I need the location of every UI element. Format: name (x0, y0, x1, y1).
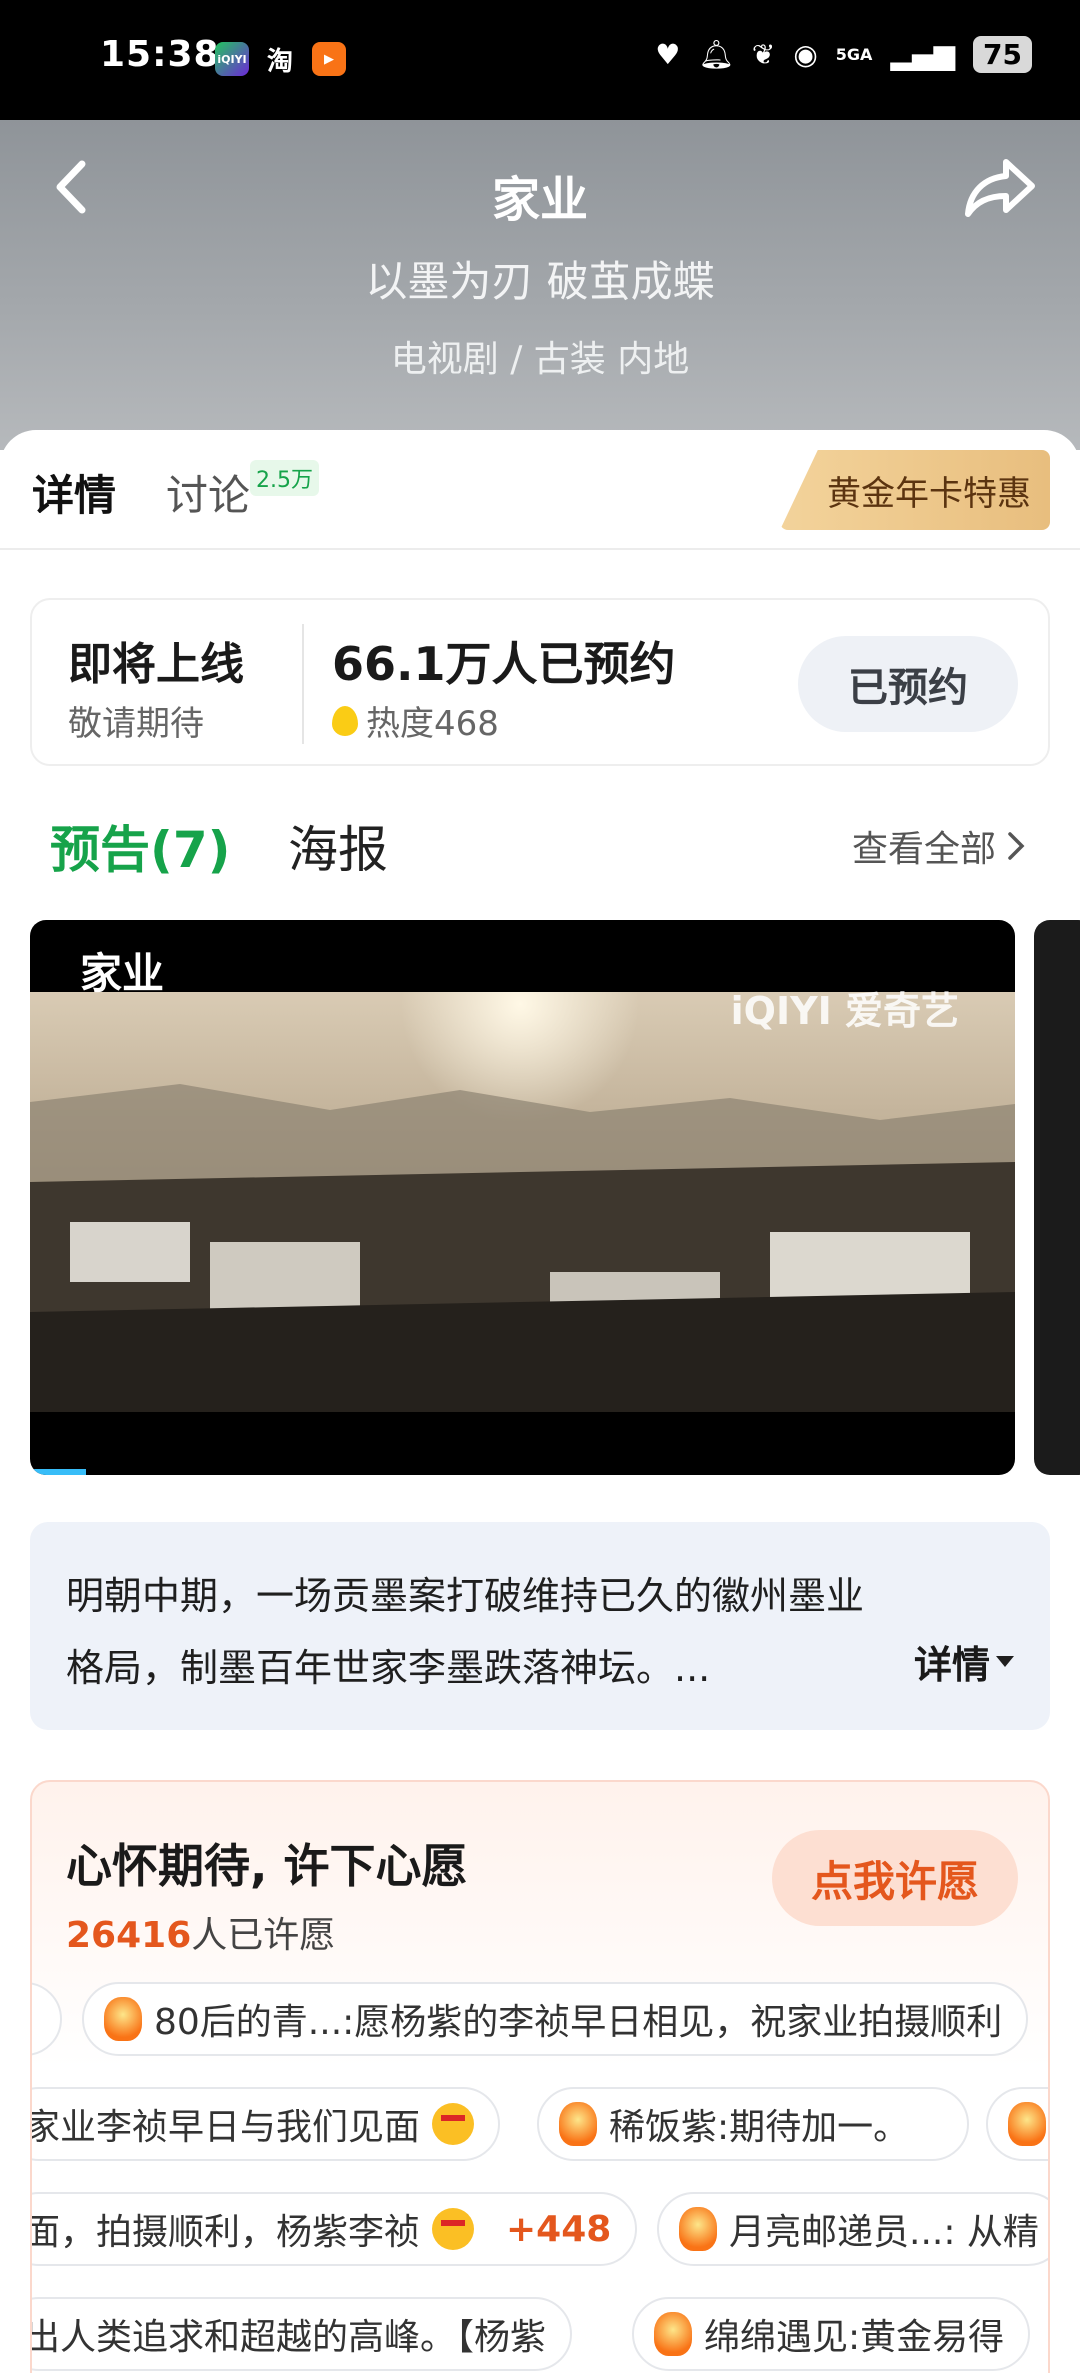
wish-bubble[interactable]: 80后的青...:愿杨紫的李祯早日相见，祝家业拍摄顺利 (82, 1982, 1029, 2056)
wish-card: 心怀期待, 许下心愿 26416人已许愿 点我许愿 80后的青...:愿杨紫的李… (30, 1780, 1050, 2373)
share-icon (965, 159, 1035, 217)
wifi-icon: ◉ (793, 38, 818, 71)
wish-title: 心怀期待, 许下心愿 (66, 1839, 468, 1893)
wish-bubble[interactable]: 绵绵遇见:黄金易得 (632, 2297, 1031, 2371)
share-button[interactable] (960, 152, 1040, 222)
wish-bubble[interactable]: 月亮邮递员...: 从精 (657, 2192, 1048, 2266)
status-time: 15:38 (100, 34, 220, 75)
wish-count-suffix: 人已许愿 (191, 1915, 336, 1956)
next-trailer-card[interactable] (1034, 920, 1080, 1475)
reservation-count: 66.1万人已预约 (332, 637, 676, 691)
tab-details[interactable]: 详情 (32, 462, 116, 523)
status-icons: ♥ 🔔︎ ❦ ◉ 5GA ▂▄▆ 75 (655, 36, 1032, 73)
wish-text: 80后的青...:愿杨紫的李祯早日相见，祝家业拍摄顺利 (154, 2002, 1003, 2043)
heart-eyes-emoji-icon (432, 2103, 475, 2145)
heat-icon (332, 705, 358, 736)
iqiyi-watermark: iQIYI 爱奇艺 (730, 989, 959, 1033)
wish-bubble[interactable] (32, 1982, 62, 2056)
caret-down-icon (996, 1656, 1014, 1667)
synopsis-text: 明朝中期，一场贡墨案打破维持已久的徽州墨业格局，制墨百年世家李墨跌落神坛。... (66, 1574, 865, 1690)
heart-icon: ♥ (655, 38, 681, 71)
release-card: 即将上线 敬请期待 66.1万人已预约 热度468 已预约 (30, 598, 1050, 766)
wish-count: 26416人已许愿 (66, 1906, 335, 1958)
show-slogan: 以墨为刃 破茧成蝶 (365, 257, 715, 306)
tab-trailers[interactable]: 预告(7) (50, 810, 231, 882)
wish-bubble[interactable]: 稀饭紫:期待加一。 (537, 2087, 969, 2161)
wish-bubble[interactable]: 面，拍摄顺利，杨紫李祯 +448 (30, 2192, 638, 2266)
video-progress-bar (30, 1469, 86, 1475)
video-title-overlay: 家业 (80, 949, 165, 998)
release-status: 即将上线 (68, 639, 244, 690)
tab-discuss[interactable]: 讨论 (166, 462, 250, 523)
heat-info: 热度468 (332, 696, 499, 745)
heat-value: 热度468 (366, 704, 499, 744)
wish-text: 出人类追求和超越的高峰。【杨紫 (30, 2317, 547, 2358)
network-label: 5GA (835, 44, 873, 64)
lantern-icon (559, 2102, 597, 2146)
detail-tabs: 详情 讨论 2.5万 黄金年卡特惠 (0, 430, 1080, 550)
media-tabs: 预告(7) 海报 查看全部 (0, 810, 1080, 910)
bell-icon: 🔔︎ (698, 38, 734, 71)
show-genre: 电视剧 / 古装 内地 (390, 339, 690, 380)
vip-offer-button[interactable]: 黄金年卡特惠 (780, 450, 1050, 530)
wish-bubble[interactable] (986, 2087, 1048, 2161)
wish-text: 家业李祯早日与我们见面 (30, 2107, 421, 2148)
lantern-icon (679, 2207, 717, 2251)
lantern-icon (654, 2312, 692, 2356)
view-all-label: 查看全部 (851, 829, 996, 870)
iqiyi-app-icon: iQIYI (215, 42, 249, 76)
discuss-count-badge: 2.5万 (250, 460, 319, 496)
taobao-app-icon: 淘 (266, 46, 293, 77)
synopsis-more-label: 详情 (913, 1643, 990, 1687)
video-app-icon: ▶ (312, 42, 346, 76)
make-wish-button[interactable]: 点我许愿 (772, 1830, 1018, 1926)
video-frame (30, 992, 1015, 1412)
wish-text: 稀饭紫:期待加一。 (609, 2107, 910, 2148)
tab-posters[interactable]: 海报 (288, 810, 388, 882)
page-title: 家业 (491, 172, 588, 228)
synopsis-box[interactable]: 明朝中期，一场贡墨案打破维持已久的徽州墨业格局，制墨百年世家李墨跌落神坛。...… (30, 1522, 1050, 1730)
content-panel: 详情 讨论 2.5万 黄金年卡特惠 即将上线 敬请期待 66.1万人已预约 热度… (0, 430, 1080, 2373)
status-bar: 15:38 iQIYI 淘 ▶ ♥ 🔔︎ ❦ ◉ 5GA ▂▄▆ 75 (0, 0, 1080, 120)
trailer-video[interactable]: 家业 iQIYI 爱奇艺 (30, 920, 1015, 1475)
battery-level: 75 (973, 36, 1032, 73)
wish-bubble[interactable]: 家业李祯早日与我们见面 (30, 2087, 501, 2161)
wish-text: 月亮邮递员...: 从精 (729, 2212, 1039, 2253)
wish-plus-count: +448 (506, 2208, 612, 2250)
wish-bubble[interactable]: 出人类追求和超越的高峰。【杨紫 (30, 2297, 573, 2371)
wish-text: 绵绵遇见:黄金易得 (704, 2317, 1005, 2358)
reserved-button[interactable]: 已预约 (798, 636, 1018, 732)
chevron-right-icon (1008, 832, 1025, 860)
synopsis-expand-button[interactable]: 详情 (914, 1634, 1014, 1689)
release-sub: 敬请期待 (68, 704, 204, 744)
show-header: 家业 以墨为刃 破茧成蝶 电视剧 / 古装 内地 (0, 120, 1080, 450)
wish-text: 面，拍摄顺利，杨紫李祯 (30, 2212, 421, 2253)
hug-emoji-icon (432, 2208, 475, 2250)
divider (302, 624, 304, 744)
butterfly-icon: ❦ (751, 38, 776, 71)
view-all-link[interactable]: 查看全部 (852, 820, 1026, 872)
lantern-icon (1008, 2102, 1046, 2146)
signal-icon: ▂▄▆ (890, 38, 956, 71)
lantern-icon (104, 1997, 142, 2041)
wish-count-number: 26416 (66, 1915, 192, 1956)
